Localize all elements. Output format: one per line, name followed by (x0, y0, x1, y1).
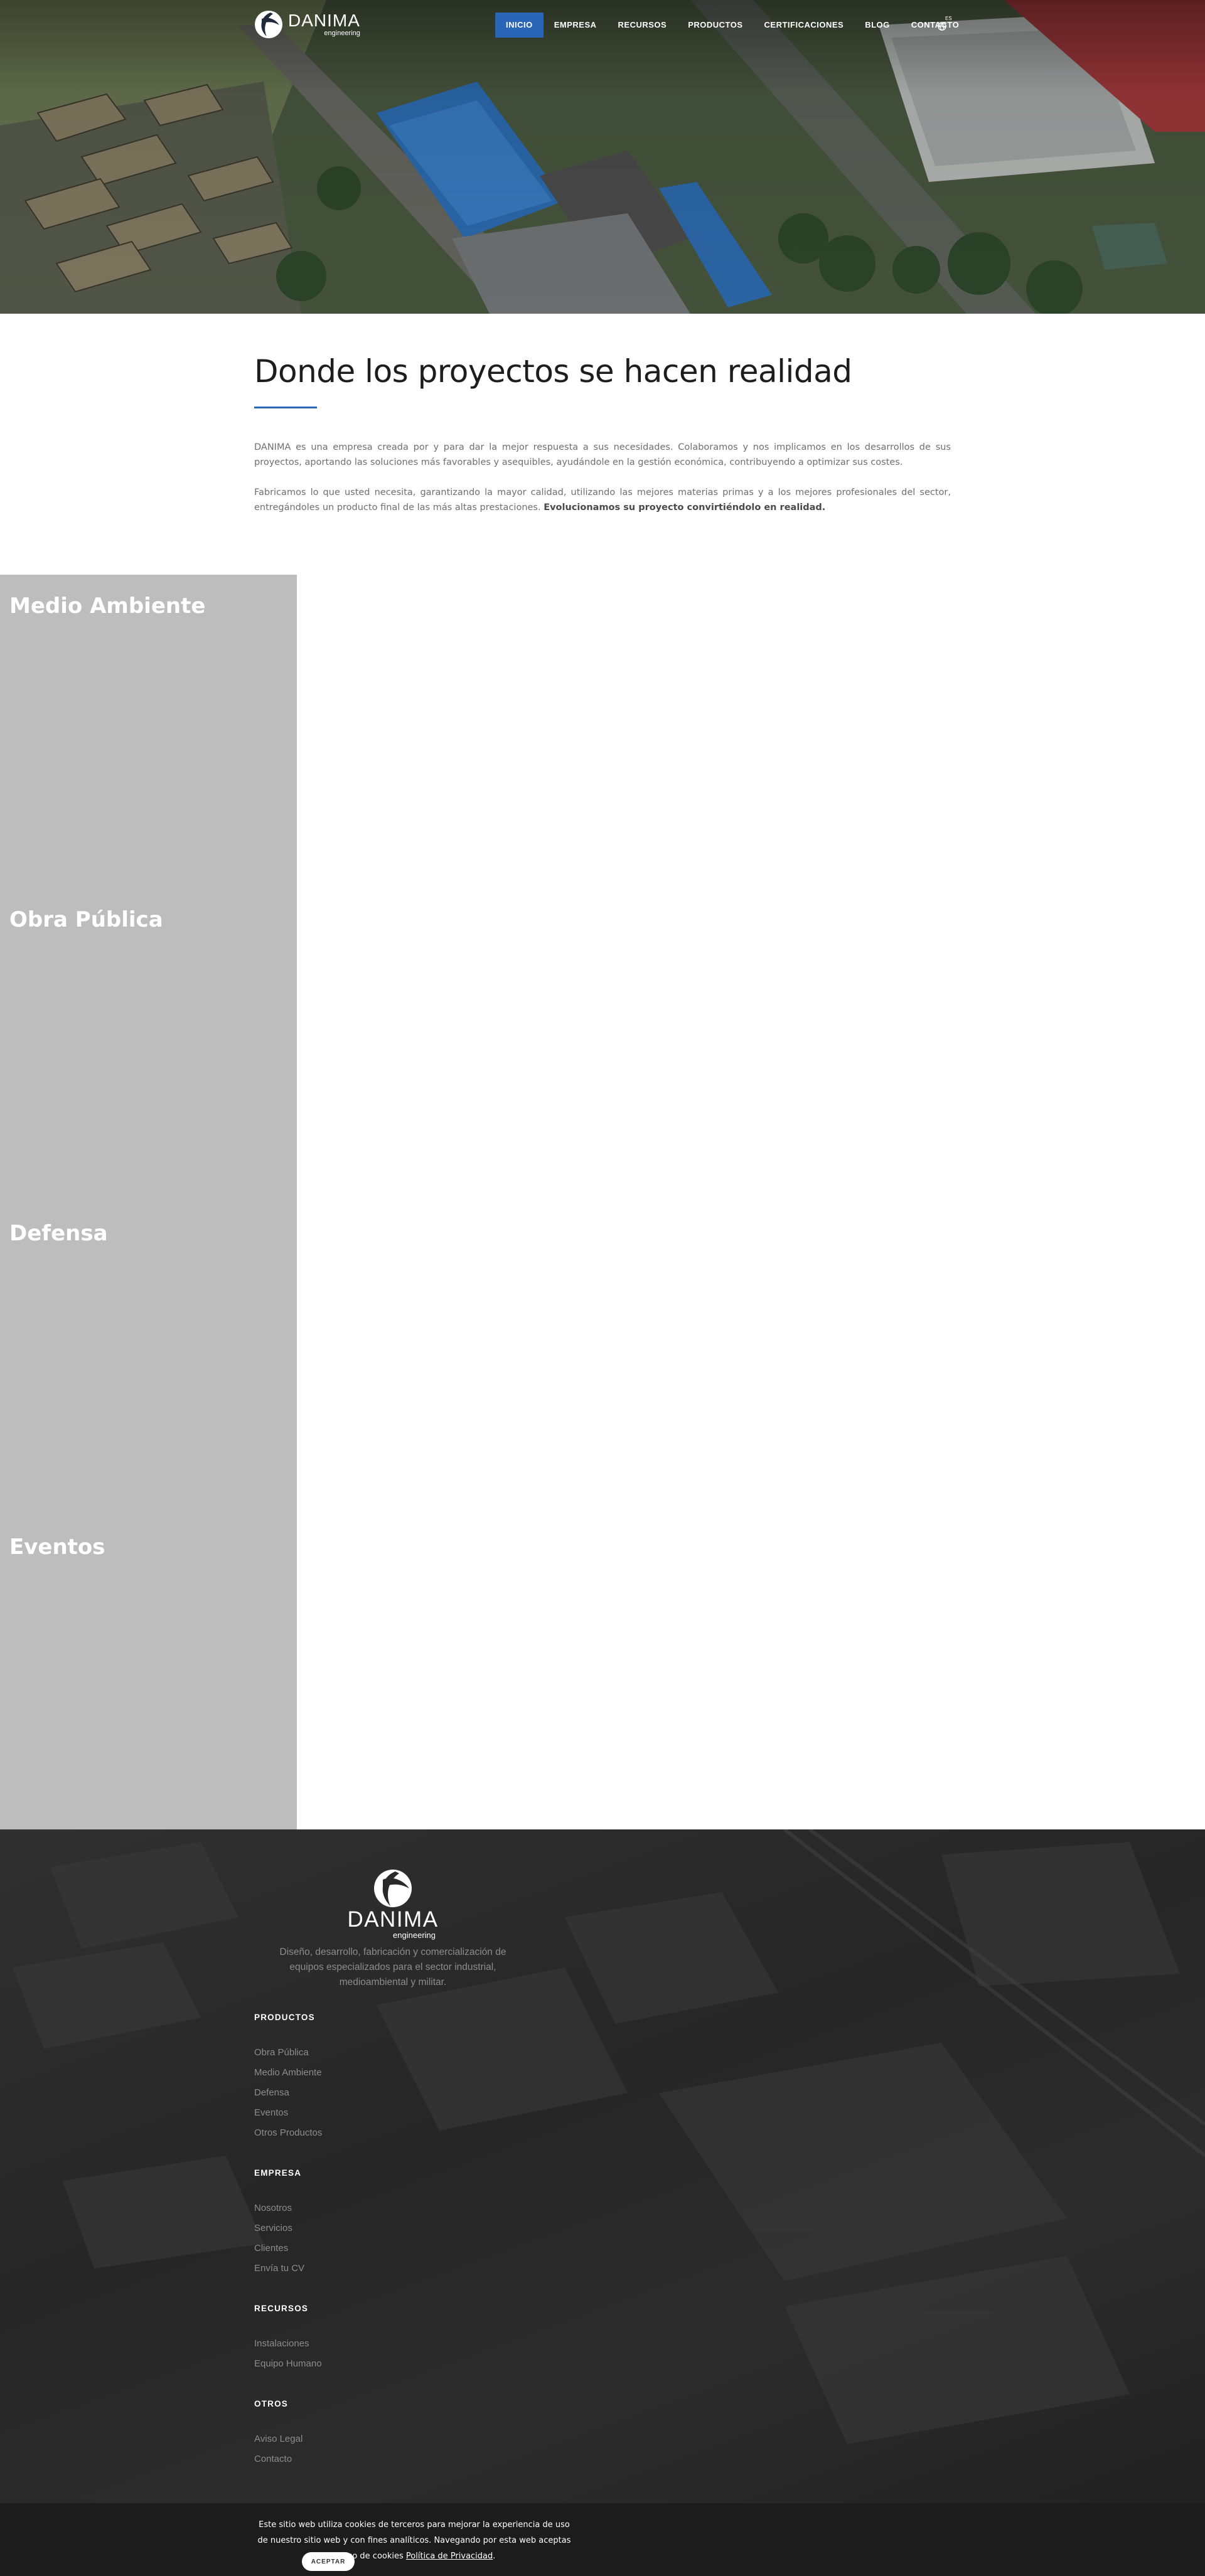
danima-logo[interactable]: DANIMA engineering (254, 9, 367, 40)
language-switcher[interactable]: ES (938, 16, 953, 32)
site-footer: DANIMA engineering Diseño, desarrollo, f… (0, 1829, 1205, 2576)
page-title: Donde los proyectos se hacen realidad (254, 353, 852, 390)
sector-card-obra-publica[interactable]: Obra Pública (0, 888, 297, 1202)
sector-title: Medio Ambiente (9, 593, 206, 619)
nav-item-inicio[interactable]: INICIO (495, 13, 544, 38)
footer-link-aviso-legal[interactable]: Aviso Legal (254, 2429, 303, 2449)
footer-link-envia-cv[interactable]: Envía tu CV (254, 2259, 304, 2279)
language-code: ES (945, 16, 952, 21)
footer-link-servicios[interactable]: Servicios (254, 2218, 304, 2238)
footer-link-equipo-humano[interactable]: Equipo Humano (254, 2354, 322, 2374)
intro-paragraph-1: DANIMA es una empresa creada por y para … (254, 442, 951, 467)
footer-link-medio-ambiente[interactable]: Medio Ambiente (254, 2063, 322, 2083)
nav-item-blog[interactable]: BLOG (854, 13, 901, 38)
accept-cookies-button[interactable]: ACEPTAR (302, 2552, 355, 2571)
sector-title: Eventos (9, 1535, 105, 1560)
footer-logo-name: DANIMA (347, 1907, 439, 1932)
footer-link-contacto[interactable]: Contacto (254, 2449, 303, 2469)
nav-item-contacto[interactable]: CONTACTO (901, 13, 970, 38)
footer-link-instalaciones[interactable]: Instalaciones (254, 2334, 322, 2354)
footer-link-clientes[interactable]: Clientes (254, 2238, 304, 2259)
footer-column-productos: PRODUCTOS Obra Pública Medio Ambiente De… (254, 2013, 322, 2143)
nav-item-productos[interactable]: PRODUCTOS (677, 13, 753, 38)
sector-card-medio-ambiente[interactable]: Medio Ambiente (0, 575, 297, 888)
footer-heading-recursos: RECURSOS (254, 2304, 309, 2313)
footer-heading-empresa: EMPRESA (254, 2168, 302, 2178)
intro-paragraph-2: Fabricamos lo que usted necesita, garant… (254, 485, 951, 515)
title-underline (254, 407, 317, 408)
privacy-policy-link[interactable]: Política de Privacidad (406, 2552, 493, 2561)
footer-column-otros: OTROS Aviso Legal Contacto (254, 2399, 303, 2469)
footer-logo-subtitle: engineering (393, 1930, 436, 1940)
logo-name: DANIMA (288, 11, 360, 30)
footer-link-obra-publica[interactable]: Obra Pública (254, 2043, 322, 2063)
footer-column-empresa: EMPRESA Nosotros Servicios Clientes Enví… (254, 2168, 304, 2279)
sector-card-defensa[interactable]: Defensa (0, 1202, 297, 1516)
logo-subtitle: engineering (324, 29, 360, 37)
footer-heading-otros: OTROS (254, 2399, 289, 2408)
nav-item-certificaciones[interactable]: CERTIFICACIONES (754, 13, 855, 38)
sector-title: Obra Pública (9, 907, 163, 932)
nav-item-recursos[interactable]: RECURSOS (608, 13, 678, 38)
hero-banner: DANIMA engineering INICIO EMPRESA RECURS… (0, 0, 1205, 314)
footer-link-eventos[interactable]: Eventos (254, 2103, 322, 2123)
globe-icon (938, 22, 946, 31)
footer-background-image (13, 1829, 1205, 2444)
sector-title: Defensa (9, 1221, 108, 1246)
footer-heading-productos: PRODUCTOS (254, 2013, 315, 2022)
intro-paragraph-2-highlight: Evolucionamos su proyecto convirtiéndolo… (544, 503, 826, 513)
footer-link-defensa[interactable]: Defensa (254, 2083, 322, 2103)
sector-card-eventos[interactable]: Eventos (0, 1516, 297, 1829)
footer-column-recursos: RECURSOS Instalaciones Equipo Humano (254, 2304, 322, 2374)
danima-logo-icon (255, 11, 282, 38)
footer-description: Diseño, desarrollo, fabricación y comerc… (279, 1947, 506, 1988)
intro-section: Donde los proyectos se hacen realidad DA… (254, 351, 951, 515)
cookie-banner: Este sitio web utiliza cookies de tercer… (0, 2503, 1205, 2576)
sectors-list: Medio Ambiente Obra Pública Defensa Even… (0, 575, 297, 1829)
top-navbar: DANIMA engineering INICIO EMPRESA RECURS… (0, 0, 1205, 50)
footer-link-nosotros[interactable]: Nosotros (254, 2198, 304, 2218)
footer-logo-text: DANIMA engineering (345, 1908, 441, 1940)
main-menu: INICIO EMPRESA RECURSOS PRODUCTOS CERTIF… (495, 13, 970, 38)
footer-link-otros-productos[interactable]: Otros Productos (254, 2123, 322, 2143)
nav-item-empresa[interactable]: EMPRESA (544, 13, 608, 38)
